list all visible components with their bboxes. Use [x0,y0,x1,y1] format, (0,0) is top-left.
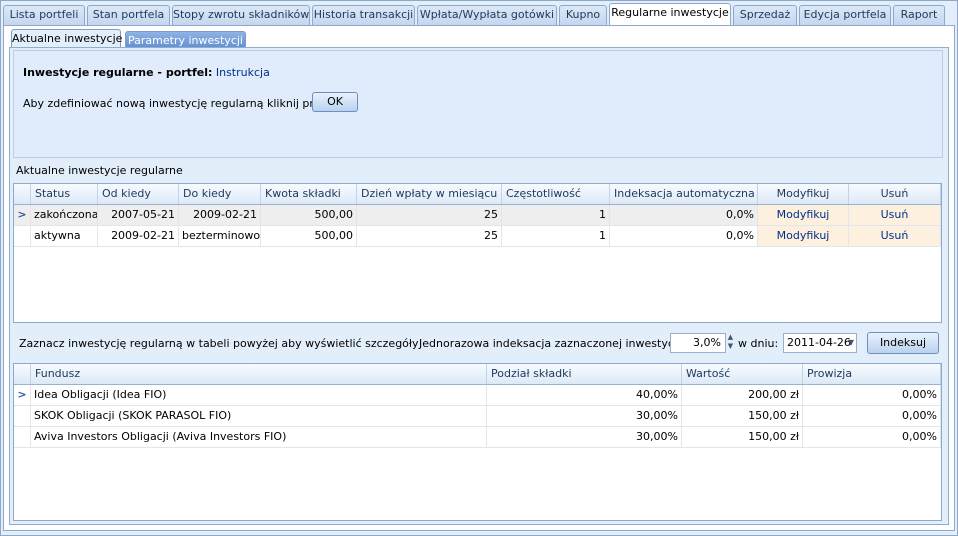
col-czestotliwosc[interactable]: Częstotliwość [502,184,610,204]
col-dzien-wplaty[interactable]: Dzień wpłaty w miesiącu [357,184,502,204]
cell-do-kiedy: 2009-02-21 [179,205,261,225]
investments-grid-header: Status Od kiedy Do kiedy Kwota składki D… [14,184,941,205]
modify-link[interactable]: Modyfikuj [758,205,849,225]
define-hint: Aby zdefiniować nową inwestycję regularn… [23,97,352,110]
date-value: 2011-04-26 [787,336,851,349]
ok-button[interactable]: OK [312,92,358,112]
cell-wartosc: 200,00 zł [682,385,803,405]
cell-czestotliwosc: 1 [502,205,610,225]
cell-kwota: 500,00 [261,205,357,225]
index-percent-input[interactable]: 3,0% [670,333,726,353]
cell-wartosc: 150,00 zł [682,406,803,426]
tab-edycja-portfela[interactable]: Edycja portfela [799,5,891,25]
cell-podzial: 30,00% [487,406,682,426]
investments-grid-caption: Aktualne inwestycje regularne [16,164,183,177]
cell-prowizja: 0,00% [803,385,941,405]
panel-title: Inwestycje regularne - portfel: Instrukc… [23,66,270,79]
cell-fundusz: SKOK Obligacji (SKOK PARASOL FIO) [31,406,487,426]
fund-row[interactable]: > Idea Obligacji (Idea FIO) 40,00% 200,0… [14,385,941,406]
index-spinner[interactable]: ▲ ▼ [726,333,735,353]
funds-grid-header: Fundusz Podział składki Wartość Prowizja [14,364,941,385]
fund-row[interactable]: Aviva Investors Obligacji (Aviva Investo… [14,427,941,448]
chevron-down-icon[interactable]: ▼ [848,334,854,352]
cell-podzial: 30,00% [487,427,682,447]
cell-indeksacja: 0,0% [610,226,758,246]
indexation-bar: Zaznacz inwestycję regularną w tabeli po… [16,330,942,360]
row-selector-header [14,184,31,204]
cell-kwota: 500,00 [261,226,357,246]
investment-row[interactable]: > zakończona 2007-05-21 2009-02-21 500,0… [14,205,941,226]
tab-stopy-zwrotu[interactable]: Stopy zwrotu składników [172,5,310,25]
cell-czestotliwosc: 1 [502,226,610,246]
row-selector-icon: > [14,205,31,225]
spin-down-icon[interactable]: ▼ [726,342,735,351]
col-od-kiedy[interactable]: Od kiedy [98,184,179,204]
tab-raport[interactable]: Raport [893,5,945,25]
index-label: Jednorazowa indeksacja zaznaczonej inwes… [419,337,694,350]
col-fundusz[interactable]: Fundusz [31,364,487,384]
inner-panel: Inwestycje regularne - portfel: Instrukc… [9,47,949,525]
main-tab-strip: Lista portfeli Stan portfela Stopy zwrot… [3,3,955,26]
spin-up-icon[interactable]: ▲ [726,333,735,342]
cell-podzial: 40,00% [487,385,682,405]
col-indeksacja[interactable]: Indeksacja automatyczna [610,184,758,204]
tab-lista-portfeli[interactable]: Lista portfeli [3,5,85,25]
col-podzial-skladki[interactable]: Podział składki [487,364,682,384]
row-selector [14,226,31,246]
row-selector [14,427,31,447]
col-do-kiedy[interactable]: Do kiedy [179,184,261,204]
cell-dzien: 25 [357,205,502,225]
cell-fundusz: Idea Obligacji (Idea FIO) [31,385,487,405]
cell-wartosc: 150,00 zł [682,427,803,447]
cell-indeksacja: 0,0% [610,205,758,225]
investments-grid: Status Od kiedy Do kiedy Kwota składki D… [13,183,942,323]
tab-historia-transakcji[interactable]: Historia transakcji [312,5,415,25]
investment-row[interactable]: aktywna 2009-02-21 bezterminowo 500,00 2… [14,226,941,247]
tab-wplata-wyplata[interactable]: Wpłata/Wypłata gotówki [417,5,557,25]
funds-grid: Fundusz Podział składki Wartość Prowizja… [13,363,942,521]
panel-title-label: Inwestycje regularne - portfel: [23,66,213,79]
date-label: w dniu: [738,337,779,350]
details-hint: Zaznacz inwestycję regularną w tabeli po… [19,337,419,350]
row-selector-icon: > [14,385,31,405]
tab-sprzedaz[interactable]: Sprzedaż [733,5,797,25]
col-prowizja[interactable]: Prowizja [803,364,941,384]
row-selector-header [14,364,31,384]
col-wartosc[interactable]: Wartość [682,364,803,384]
cell-status: zakończona [31,205,98,225]
tab-stan-portfela[interactable]: Stan portfela [87,5,170,25]
cell-do-kiedy: bezterminowo [179,226,261,246]
cell-prowizja: 0,00% [803,427,941,447]
col-modyfikuj[interactable]: Modyfikuj [758,184,849,204]
cell-od-kiedy: 2009-02-21 [98,226,179,246]
fund-row[interactable]: SKOK Obligacji (SKOK PARASOL FIO) 30,00%… [14,406,941,427]
date-picker[interactable]: 2011-04-26 ▼ [783,333,857,353]
cell-fundusz: Aviva Investors Obligacji (Aviva Investo… [31,427,487,447]
cell-dzien: 25 [357,226,502,246]
tab-regularne-inwestycje[interactable]: Regularne inwestycje [609,3,731,26]
col-kwota-skladki[interactable]: Kwota składki [261,184,357,204]
col-status[interactable]: Status [31,184,98,204]
cell-od-kiedy: 2007-05-21 [98,205,179,225]
col-usun[interactable]: Usuń [849,184,941,204]
tab-kupno[interactable]: Kupno [559,5,607,25]
header-panel: Inwestycje regularne - portfel: Instrukc… [13,50,943,158]
cell-status: aktywna [31,226,98,246]
tab-content: Aktualne inwestycje Parametry inwestycji… [3,25,955,531]
app-window: Lista portfeli Stan portfela Stopy zwrot… [0,0,958,536]
indeksuj-button[interactable]: Indeksuj [867,332,939,354]
delete-link[interactable]: Usuń [849,205,941,225]
row-selector [14,406,31,426]
modify-link[interactable]: Modyfikuj [758,226,849,246]
delete-link[interactable]: Usuń [849,226,941,246]
cell-prowizja: 0,00% [803,406,941,426]
portfolio-name: Instrukcja [215,66,270,79]
